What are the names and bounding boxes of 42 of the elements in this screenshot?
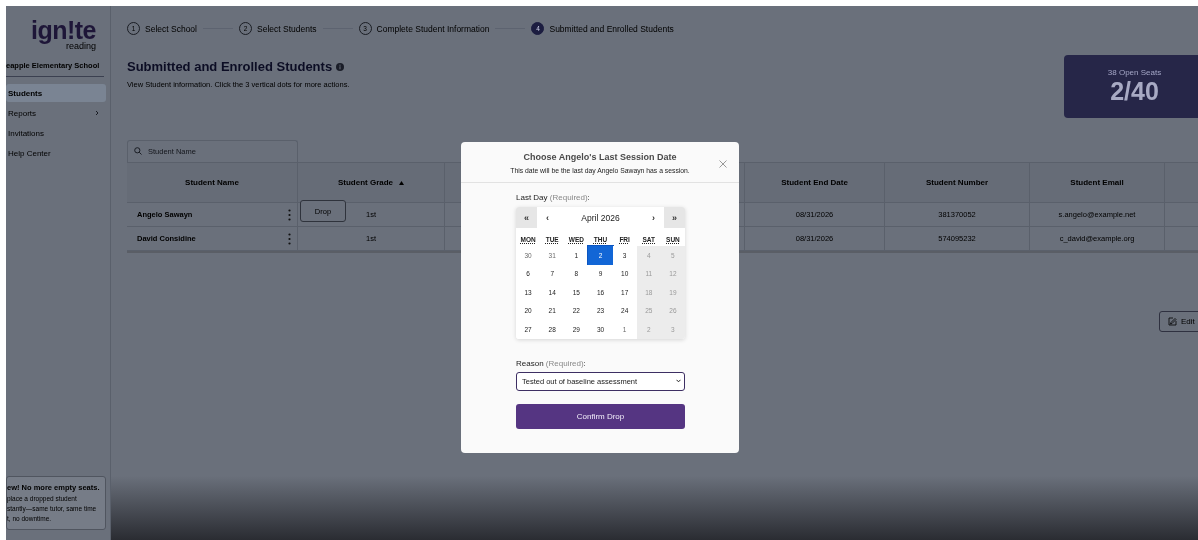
column-header[interactable]: Student Name bbox=[127, 163, 298, 203]
confirm-drop-button[interactable]: Confirm Drop bbox=[516, 403, 685, 429]
sidebar-item[interactable]: Students bbox=[6, 84, 106, 102]
column-title: Student End Date bbox=[781, 178, 848, 187]
column-title: Student Name bbox=[185, 178, 239, 187]
column-title: Student Grade bbox=[337, 178, 394, 187]
column-header[interactable]: Student Number bbox=[885, 163, 1030, 203]
sidebar-item[interactable]: Help Center bbox=[6, 144, 106, 162]
sidebar-item[interactable]: Reports bbox=[6, 104, 106, 122]
column-title: Student Email bbox=[1070, 178, 1124, 187]
modal-title: Choose Angelo's Last Session Date bbox=[523, 152, 677, 162]
column-header[interactable]: Student Grade bbox=[298, 163, 445, 203]
step-label: Submitted and Enrolled Students bbox=[549, 23, 674, 34]
more-vertical-icon[interactable] bbox=[288, 232, 291, 245]
step-label: Select Students bbox=[257, 23, 317, 34]
logo-tagline: reading bbox=[65, 42, 96, 51]
close-icon[interactable] bbox=[719, 160, 727, 168]
logo-wordmark: ign!te bbox=[30, 18, 96, 43]
more-vertical-icon[interactable] bbox=[288, 208, 291, 221]
step-label: Select School bbox=[145, 23, 197, 34]
field-label: Reason (Required): bbox=[516, 358, 587, 368]
column-title: Student Number bbox=[925, 178, 989, 187]
caret-icon bbox=[676, 379, 681, 383]
seats-caption: 38 Open Seats bbox=[1107, 67, 1162, 77]
column-header[interactable]: Student Email bbox=[1030, 163, 1165, 203]
search-icon bbox=[134, 147, 142, 155]
calendar-month: April 2026 bbox=[580, 212, 621, 223]
chevron-icon bbox=[94, 110, 100, 116]
seats-count: 2/40 bbox=[1110, 76, 1159, 106]
info-icon[interactable] bbox=[336, 62, 345, 71]
edit-icon bbox=[1168, 317, 1177, 326]
sort-up-icon bbox=[399, 180, 405, 185]
sidebar-item[interactable]: Invitations bbox=[6, 124, 106, 142]
next-year-button[interactable]: » bbox=[664, 207, 685, 228]
column-header[interactable]: Student End Date bbox=[745, 163, 885, 203]
next-month-button[interactable]: › bbox=[643, 207, 664, 228]
prev-month-button[interactable]: ‹ bbox=[537, 207, 558, 228]
field-label: Last Day (Required): bbox=[516, 193, 591, 202]
step-label: Complete Student Information bbox=[376, 23, 490, 34]
page-title: Submitted and Enrolled Students bbox=[127, 59, 333, 74]
edit-button[interactable]: Edit bbox=[1159, 311, 1198, 332]
prev-year-button[interactable]: « bbox=[516, 207, 537, 228]
